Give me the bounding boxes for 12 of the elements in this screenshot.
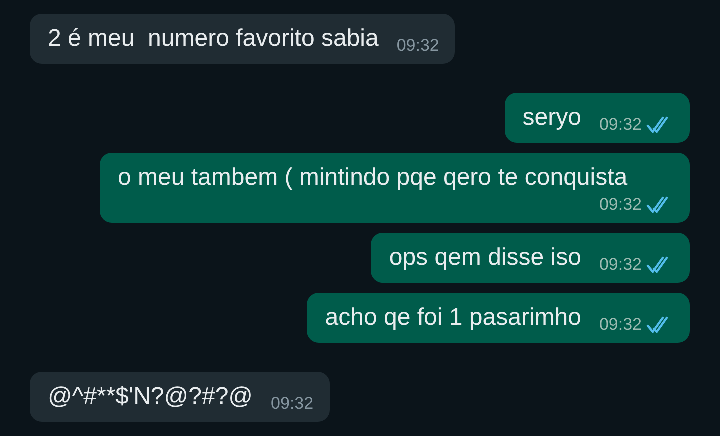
message-text: o meu tambem ( mintindo pqe qero te conquista — [118, 164, 628, 192]
message-time: 09:32 — [599, 315, 642, 335]
message-text: @^#**$'N?@?#?@ — [48, 383, 254, 411]
message-text: 2 é meu numero favorito sabia — [48, 25, 379, 53]
message-time: 09:32 — [396, 36, 440, 56]
message-text: acho qe foi 1 pasarimho — [325, 304, 582, 332]
message-time: 09:32 — [271, 394, 314, 414]
message-time: 09:32 — [599, 195, 642, 215]
message-text: ops qem disse iso — [389, 244, 582, 272]
message-text: seryo — [522, 104, 582, 132]
message-time: 09:32 — [599, 115, 642, 135]
message-time: 09:32 — [599, 255, 642, 275]
